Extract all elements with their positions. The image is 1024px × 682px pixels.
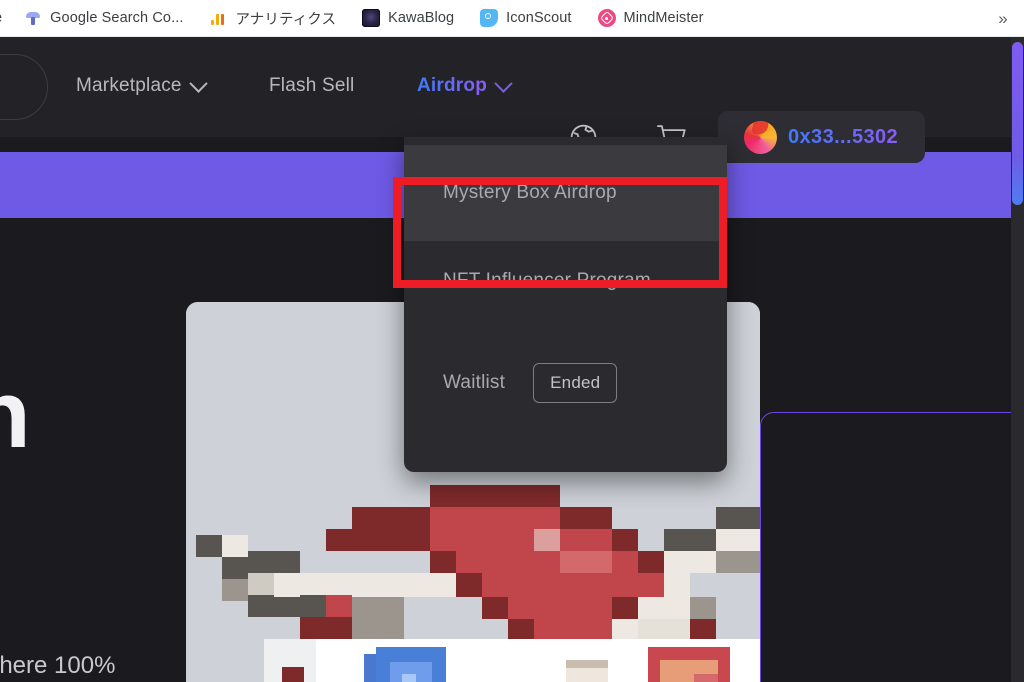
brand-logo[interactable]	[0, 54, 48, 120]
avatar	[744, 120, 777, 154]
bookmark-item-kawablog[interactable]: KawaBlog	[354, 4, 462, 32]
nav-item-label: Airdrop	[417, 75, 488, 96]
chevron-down-icon	[189, 73, 208, 93]
hero-subtext: where 100%	[0, 652, 116, 679]
dropdown-item-mystery-box-airdrop[interactable]: Mystery Box Airdrop	[404, 145, 727, 241]
page-scrollbar-thumb[interactable]	[1012, 42, 1023, 205]
side-panel-outline	[760, 412, 1024, 682]
nav-item-flash-sell[interactable]: Flash Sell	[269, 75, 354, 97]
dropdown-item-label: Mystery Box Airdrop	[443, 182, 617, 203]
status-badge-ended[interactable]: Ended	[533, 363, 618, 403]
google-search-console-icon	[24, 9, 43, 27]
dropdown-item-nft-influencer-program[interactable]: NFT Influencer Program	[404, 250, 727, 312]
bookmark-item-analytics[interactable]: アナリティクス	[201, 4, 344, 32]
bookmark-label: KawaBlog	[388, 10, 455, 26]
wallet-address-label: 0x33...5302	[788, 125, 899, 148]
dropdown-item-label: Waitlist	[443, 372, 506, 393]
bookmark-item-google-search-console[interactable]: Google Search Co...	[16, 4, 191, 32]
web-page-content: n where 100%	[0, 37, 1024, 682]
dropdown-item-label: NFT Influencer Program	[443, 270, 651, 291]
bookmark-label: アナリティクス	[235, 11, 337, 28]
bookmark-item-iconscout[interactable]: IconScout	[472, 4, 579, 32]
iconscout-icon	[480, 9, 499, 27]
browser-bookmarks-bar: e Google Search Co... アナリティクス KawaBlog I…	[0, 0, 1024, 37]
hero-heading: n	[0, 361, 31, 468]
bookmark-label: e	[0, 10, 2, 26]
bookmark-label: Google Search Co...	[50, 10, 184, 26]
mindmeister-icon	[597, 9, 616, 27]
nav-item-marketplace[interactable]: Marketplace	[76, 73, 208, 97]
page-scrollbar[interactable]	[1011, 37, 1024, 682]
bookmarks-overflow-button[interactable]: »	[992, 8, 1014, 30]
bookmark-item-truncated[interactable]: e	[0, 4, 10, 32]
chevron-down-icon	[494, 73, 513, 93]
airdrop-dropdown-menu: Mystery Box Airdrop NFT Influencer Progr…	[404, 137, 727, 472]
site-navigation-bar: Marketplace Flash Sell Airdrop 0x33...53…	[0, 37, 1011, 163]
bookmark-label: MindMeister	[623, 10, 704, 26]
nav-item-label: Marketplace	[76, 75, 182, 96]
nav-item-airdrop[interactable]: Airdrop	[417, 73, 513, 97]
nav-item-label: Flash Sell	[269, 75, 355, 96]
wallet-address-button[interactable]: 0x33...5302	[718, 111, 925, 163]
kawablog-icon	[362, 9, 381, 27]
bookmark-item-mindmeister[interactable]: MindMeister	[590, 4, 712, 32]
bookmark-label: IconScout	[506, 10, 572, 26]
dropdown-item-waitlist[interactable]: Waitlist Ended	[404, 352, 727, 414]
google-analytics-icon	[209, 9, 227, 27]
